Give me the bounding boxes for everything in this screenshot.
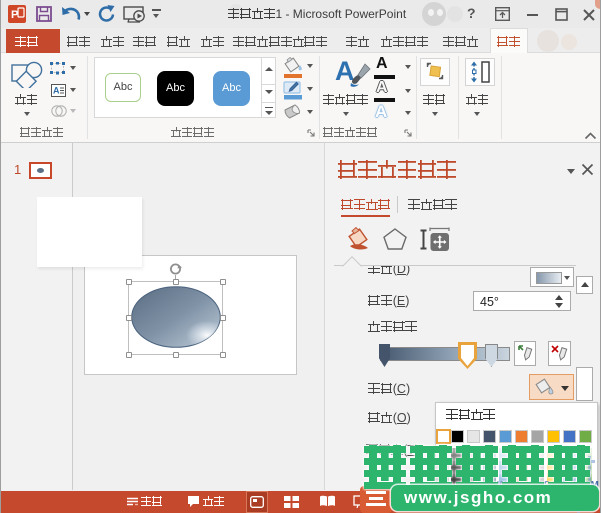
svg-text:P: P <box>11 9 18 21</box>
svg-text:A: A <box>53 86 60 96</box>
